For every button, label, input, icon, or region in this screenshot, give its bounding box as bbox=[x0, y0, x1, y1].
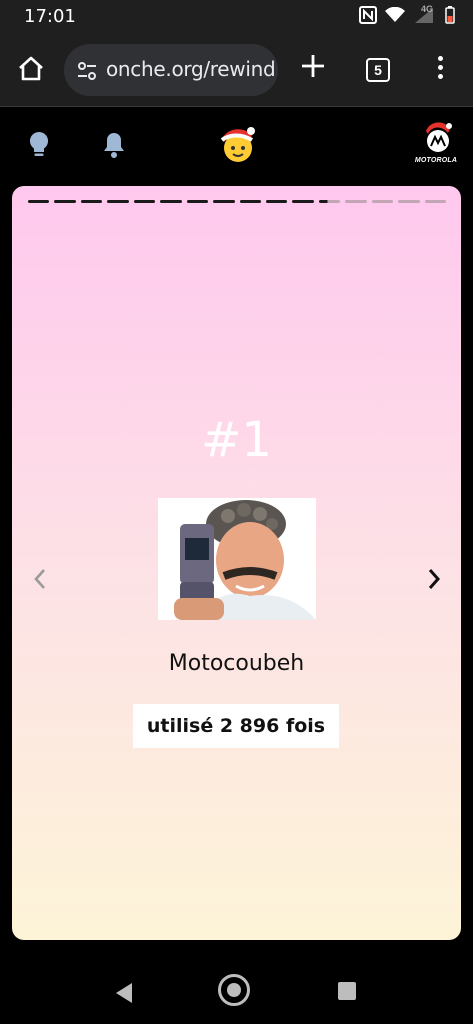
progress-segment bbox=[107, 200, 129, 203]
status-time: 17:01 bbox=[24, 6, 76, 27]
nfc-icon bbox=[359, 6, 377, 29]
status-icons: 4G bbox=[359, 4, 455, 29]
brand-logo-text: MOTOROLA bbox=[414, 157, 458, 164]
next-story-button[interactable] bbox=[426, 566, 442, 592]
url-text[interactable]: onche.org/rewind bbox=[106, 57, 276, 81]
previous-story-button[interactable] bbox=[32, 566, 48, 592]
tune-icon[interactable] bbox=[76, 60, 98, 82]
battery-icon bbox=[445, 6, 455, 29]
more-vert-icon[interactable] bbox=[436, 56, 444, 84]
bell-icon[interactable] bbox=[102, 131, 126, 164]
progress-segment bbox=[398, 200, 420, 203]
lightbulb-icon[interactable] bbox=[28, 131, 50, 164]
browser-toolbar: onche.org/rewind 5 bbox=[0, 34, 473, 106]
progress-segment bbox=[133, 200, 156, 203]
progress-segment bbox=[318, 200, 341, 203]
progress-segment bbox=[80, 200, 103, 203]
progress-segment bbox=[265, 200, 288, 203]
chevron-right-icon bbox=[428, 569, 441, 589]
progress-segment bbox=[424, 200, 446, 203]
progress-segment bbox=[54, 200, 76, 203]
system-navigation-bar bbox=[0, 956, 473, 1024]
back-triangle-icon bbox=[116, 983, 132, 1003]
sticker-image bbox=[158, 498, 316, 620]
progress-segment bbox=[213, 200, 235, 203]
cell-signal-icon: 4G bbox=[413, 4, 437, 29]
tab-switcher-button[interactable]: 5 bbox=[366, 58, 390, 82]
progress-segment bbox=[239, 200, 261, 203]
home-button[interactable] bbox=[16, 54, 46, 84]
address-bar[interactable]: onche.org/rewind bbox=[64, 44, 278, 96]
rewind-story-card[interactable]: #1 Motocoubeh utilisé 2 896 fois bbox=[12, 186, 461, 940]
mascot-santa-icon[interactable] bbox=[216, 123, 258, 170]
progress-segment bbox=[371, 200, 394, 203]
rank-label: #1 bbox=[201, 412, 272, 468]
story-progress-bar bbox=[28, 200, 446, 203]
progress-segment bbox=[292, 200, 314, 203]
new-tab-button[interactable] bbox=[298, 52, 328, 86]
plus-icon bbox=[302, 55, 324, 77]
chevron-left-icon bbox=[34, 569, 45, 589]
sticker-name: Motocoubeh bbox=[168, 651, 305, 676]
back-button[interactable] bbox=[114, 982, 134, 1009]
app-header: MOTOROLA bbox=[0, 107, 473, 183]
recent-apps-button[interactable] bbox=[338, 982, 356, 1000]
network-label: 4G bbox=[421, 4, 434, 14]
usage-count-badge: utilisé 2 896 fois bbox=[133, 704, 339, 748]
progress-segment bbox=[345, 200, 367, 203]
progress-segment bbox=[186, 200, 209, 203]
home-icon bbox=[19, 56, 43, 81]
progress-segment bbox=[28, 200, 50, 203]
brand-logo[interactable]: MOTOROLA bbox=[412, 117, 460, 173]
wifi-icon bbox=[385, 6, 405, 28]
home-circle-button[interactable] bbox=[218, 974, 250, 1006]
progress-segment bbox=[160, 200, 182, 203]
status-bar: 17:01 4G bbox=[0, 0, 473, 34]
